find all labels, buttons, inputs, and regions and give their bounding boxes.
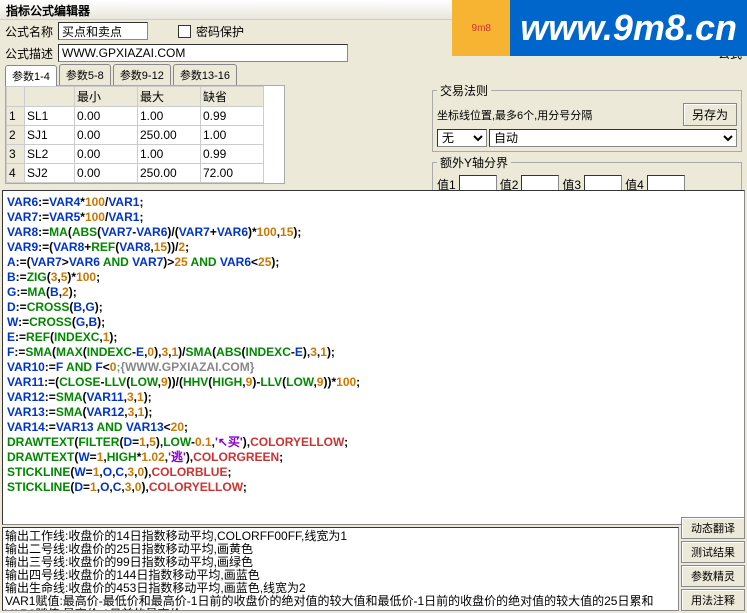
param-name-input[interactable] bbox=[27, 127, 67, 143]
param-name-input[interactable] bbox=[27, 165, 67, 181]
side-buttons: 动态翻译 测试结果 参数精灵 用法注释 bbox=[681, 517, 745, 611]
param-def-input[interactable] bbox=[203, 108, 261, 124]
param-max-input[interactable] bbox=[140, 127, 198, 143]
param-wizard-button[interactable]: 参数精灵 bbox=[681, 565, 745, 587]
tab-params-13-16[interactable]: 参数13-16 bbox=[173, 64, 237, 85]
extra-axis-legend: 额外Y轴分界 bbox=[437, 154, 511, 171]
dynamic-translate-button[interactable]: 动态翻译 bbox=[681, 517, 745, 539]
param-name-input[interactable] bbox=[27, 146, 67, 162]
password-label: 密码保护 bbox=[196, 23, 244, 40]
tab-params-5-8[interactable]: 参数5-8 bbox=[59, 64, 111, 85]
col-def: 缺省 bbox=[201, 87, 264, 107]
param-min-input[interactable] bbox=[77, 146, 135, 162]
tab-params-1-4[interactable]: 参数1-4 bbox=[5, 65, 57, 86]
code-editor[interactable]: VAR6:=VAR4*100/VAR1;VAR7:=VAR5*100/VAR1;… bbox=[2, 190, 745, 525]
param-min-input[interactable] bbox=[77, 165, 135, 181]
table-row: 1 bbox=[7, 107, 264, 126]
param-table: 最小 最大 缺省 1 2 3 4 bbox=[5, 85, 285, 184]
table-row: 4 bbox=[7, 164, 264, 183]
param-max-input[interactable] bbox=[140, 165, 198, 181]
param-min-input[interactable] bbox=[77, 108, 135, 124]
coord-label: 坐标线位置,最多6个,用分号分隔 bbox=[437, 107, 679, 123]
col-min: 最小 bbox=[75, 87, 138, 107]
formula-desc-input[interactable] bbox=[58, 44, 348, 62]
test-result-button[interactable]: 测试结果 bbox=[681, 541, 745, 563]
col-max: 最大 bbox=[138, 87, 201, 107]
param-min-input[interactable] bbox=[77, 127, 135, 143]
param-def-input[interactable] bbox=[203, 165, 261, 181]
table-row: 2 bbox=[7, 126, 264, 145]
save-as-button[interactable]: 另存为 bbox=[683, 103, 737, 126]
trade-legend: 交易法则 bbox=[437, 82, 491, 99]
table-row: 3 bbox=[7, 145, 264, 164]
param-def-input[interactable] bbox=[203, 146, 261, 162]
output-log[interactable]: 输出工作线:收盘价的14日指数移动平均,COLORFF00FF,线宽为1输出二号… bbox=[2, 527, 679, 611]
param-max-input[interactable] bbox=[140, 108, 198, 124]
formula-name-input[interactable] bbox=[58, 22, 148, 40]
password-checkbox[interactable] bbox=[178, 25, 191, 38]
tab-params-9-12[interactable]: 参数9-12 bbox=[113, 64, 171, 85]
param-def-input[interactable] bbox=[203, 127, 261, 143]
name-label: 公式名称 bbox=[5, 23, 53, 40]
param-max-input[interactable] bbox=[140, 146, 198, 162]
desc-label: 公式描述 bbox=[5, 45, 53, 62]
window-title: 指标公式编辑器 bbox=[0, 0, 747, 20]
rule-select-1[interactable]: 无 bbox=[437, 129, 487, 147]
rule-select-2[interactable]: 自动 bbox=[489, 129, 737, 147]
param-name-input[interactable] bbox=[27, 108, 67, 124]
trade-rule-fieldset: 交易法则 坐标线位置,最多6个,用分号分隔 另存为 无 自动 bbox=[432, 82, 742, 152]
usage-comment-button[interactable]: 用法注释 bbox=[681, 589, 745, 611]
